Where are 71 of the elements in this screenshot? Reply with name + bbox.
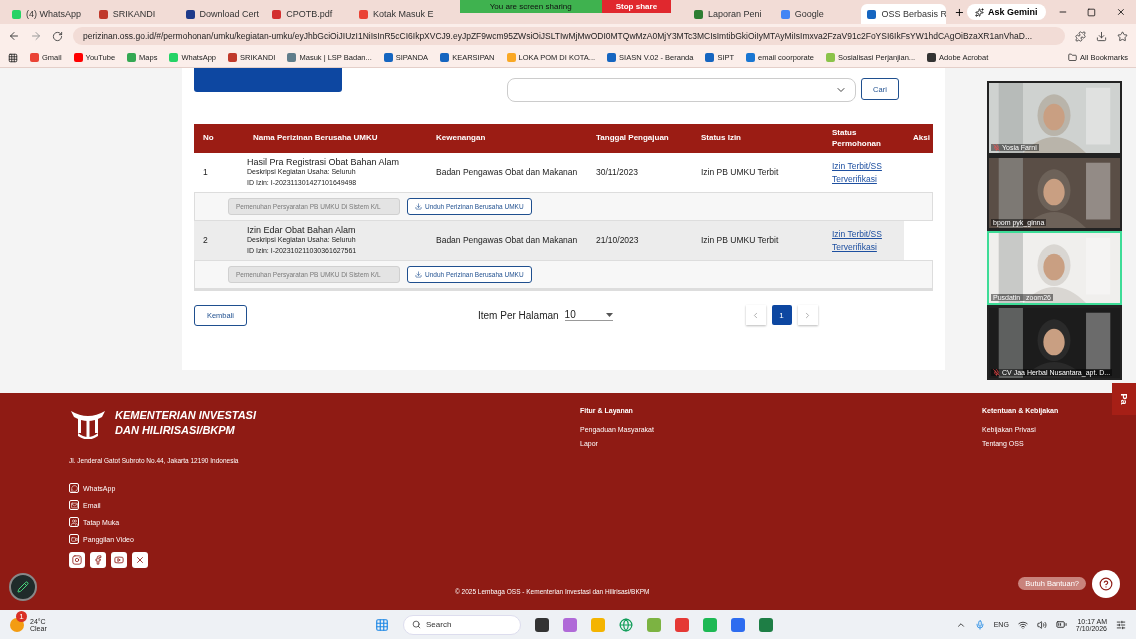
column-header: Status Izin <box>700 133 742 144</box>
table-cell-text: 2 <box>202 234 209 247</box>
chat-icon <box>69 483 79 493</box>
download-icon <box>415 271 422 278</box>
wifi-icon[interactable] <box>1017 619 1028 630</box>
page-button[interactable]: 1 <box>771 305 792 325</box>
back-icon[interactable] <box>8 30 20 42</box>
browser-tab[interactable]: Laporan Peni <box>687 4 773 24</box>
microphone-icon[interactable] <box>974 619 985 630</box>
status-link[interactable]: Izin Terbit/SS Terverifikasi <box>832 228 904 253</box>
mail-icon <box>69 500 79 510</box>
maximize-icon[interactable] <box>1087 7 1097 17</box>
permit-name: Izin Edar Obat Bahan Alam <box>247 225 357 235</box>
address-field[interactable]: perizinan.oss.go.id/#/permohonan/umku/kegiatan-umku/eyJhbGciOiJIUzI1NiIsInR5cCI6IkpXVCJ9.eyJpZF9wcm95ZWsiOiJSLTIwMjMwODI0MTQwMzA0MjY3MTc3MCIsImtibGkiOiIyMTAyMiIsImxva2FzaV91c2FoYSI6IkFsYW1hdCAgOiBzaXR1anVhaD... <box>73 27 1065 45</box>
new-tab-icon[interactable] <box>954 6 965 18</box>
pencil-button[interactable] <box>9 573 37 601</box>
stop-share-button[interactable]: Stop share <box>601 0 672 13</box>
star-icon[interactable] <box>1117 30 1128 42</box>
download-icon[interactable] <box>1096 30 1107 42</box>
instagram-icon[interactable] <box>69 552 85 568</box>
start-icon[interactable] <box>375 617 389 632</box>
extensions-icon[interactable] <box>1075 30 1086 42</box>
sharing-notice: You are screen sharing <box>459 0 602 13</box>
reload-icon[interactable] <box>52 30 63 42</box>
volume-icon[interactable] <box>1036 619 1047 630</box>
help-button[interactable] <box>1092 570 1120 598</box>
browser-tab[interactable]: Kotak Masuk E <box>353 4 438 24</box>
browser-tab[interactable]: CPOTB.pdf <box>266 4 351 24</box>
column-header: Aksi <box>912 133 931 144</box>
column-header: Status Permohonan <box>831 128 882 149</box>
notification-icon[interactable] <box>1116 619 1126 630</box>
table-cell-text: Badan Pengawas Obat dan Makanan <box>435 166 579 179</box>
video-icon <box>69 534 79 544</box>
search-icon <box>412 620 421 629</box>
side-tab[interactable]: Pa <box>1112 383 1136 415</box>
org-name: DAN HILIRISASI/BKPM <box>115 423 236 438</box>
table-cell-text: Badan Pengawas Obat dan Makanan <box>435 234 579 247</box>
table-cell-text: 1 <box>202 166 209 179</box>
permit-name: Hasil Pra Registrasi Obat Bahan Alam <box>247 157 401 167</box>
table-cell-text: 30/11/2023 <box>595 166 639 179</box>
browser-tab[interactable]: SRIKANDI <box>92 4 178 24</box>
browser-tab[interactable]: Download Cert <box>179 4 265 24</box>
youtube-icon[interactable] <box>111 552 127 568</box>
column-header: Kewenangan <box>435 133 487 144</box>
column-header: Tanggal Pengajuan <box>595 133 670 144</box>
per-page-label: Item Per Halaman <box>478 309 559 321</box>
download-icon <box>415 203 422 210</box>
close-icon[interactable] <box>1116 7 1126 17</box>
browser-tab[interactable]: Google <box>774 4 860 24</box>
x-icon[interactable] <box>132 552 148 568</box>
status-link[interactable]: Izin Terbit/SS Terverifikasi <box>832 160 904 185</box>
column-header: Nama Perizinan Berusaha UMKU <box>252 133 379 144</box>
per-page-select[interactable]: 10 <box>564 309 613 321</box>
people-icon <box>69 517 79 527</box>
facebook-icon[interactable] <box>90 552 106 568</box>
battery-icon[interactable] <box>1055 619 1067 630</box>
column-header: No <box>202 133 215 144</box>
table-cell-text: Izin PB UMKU Terbit <box>700 166 780 179</box>
gemini-button[interactable]: Ask Gemini <box>966 4 1046 20</box>
browser-tab[interactable]: OSS Berbasis R <box>861 4 947 24</box>
table-cell-text: 21/10/2023 <box>595 234 640 247</box>
table-cell-text: Izin PB UMKU Terbit <box>700 234 780 247</box>
apps-icon[interactable] <box>8 52 18 63</box>
org-name: KEMENTERIAN INVESTASI <box>115 407 256 423</box>
taskbar-search[interactable]: Search <box>403 614 521 635</box>
notification-badge: 1 <box>16 610 27 622</box>
pencil-icon <box>17 581 29 593</box>
browser-tab[interactable]: (4) WhatsApp <box>6 4 91 24</box>
caret-icon <box>605 312 613 317</box>
sparkle-icon <box>974 7 984 17</box>
help-icon <box>1099 577 1113 591</box>
